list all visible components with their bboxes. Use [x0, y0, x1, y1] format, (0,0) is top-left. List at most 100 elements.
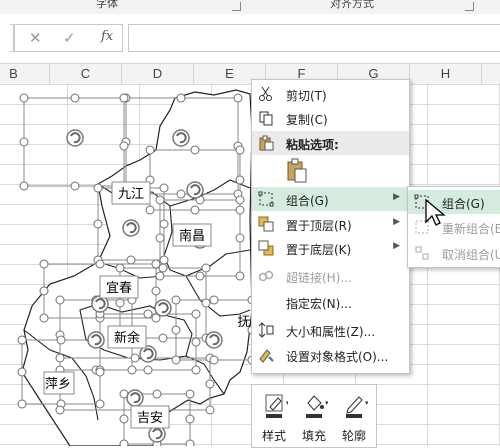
- resize-handle[interactable]: [126, 255, 136, 265]
- resize-handle[interactable]: [185, 414, 195, 424]
- menu-item-bring-to-front[interactable]: 置于顶层(R) ▶: [252, 212, 409, 236]
- resize-handle[interactable]: [191, 309, 201, 319]
- resize-handle[interactable]: [235, 195, 245, 205]
- insert-function-button[interactable]: fx: [101, 29, 113, 44]
- resize-handle[interactable]: [190, 145, 200, 155]
- resize-handle[interactable]: [95, 259, 105, 269]
- resize-handle[interactable]: [127, 365, 137, 375]
- resize-handle[interactable]: [171, 325, 181, 335]
- resize-handle[interactable]: [159, 219, 169, 229]
- resize-handle[interactable]: [19, 137, 29, 147]
- resize-handle[interactable]: [205, 405, 215, 415]
- submenu-item-group[interactable]: 组合(G): [408, 190, 500, 214]
- resize-handle[interactable]: [39, 286, 49, 296]
- column-header-h[interactable]: H: [410, 64, 482, 84]
- rotate-handle-icon[interactable]: [172, 129, 190, 147]
- resize-handle[interactable]: [205, 379, 215, 389]
- shape-outline-button[interactable]: ▾ 轮廓: [335, 389, 373, 443]
- resize-handle[interactable]: [235, 205, 245, 215]
- resize-handle[interactable]: [143, 309, 153, 319]
- column-header-d[interactable]: D: [122, 64, 194, 84]
- resize-handle[interactable]: [93, 219, 103, 229]
- alignment-dialog-launcher-icon[interactable]: [465, 2, 474, 11]
- rotate-handle-icon[interactable]: [126, 389, 144, 407]
- resize-handle[interactable]: [115, 263, 125, 273]
- resize-handle[interactable]: [190, 205, 200, 215]
- resize-handle[interactable]: [119, 141, 129, 151]
- resize-handle[interactable]: [55, 353, 65, 363]
- resize-handle[interactable]: [145, 205, 155, 215]
- resize-handle[interactable]: [17, 335, 27, 345]
- rotate-handle-icon[interactable]: [66, 129, 84, 147]
- resize-handle[interactable]: [119, 439, 129, 446]
- resize-handle[interactable]: [151, 286, 161, 296]
- resize-handle[interactable]: [158, 263, 168, 273]
- resize-handle[interactable]: [119, 414, 129, 424]
- resize-handle[interactable]: [70, 181, 80, 191]
- menu-item-copy[interactable]: 复制(C): [252, 106, 409, 130]
- resize-handle[interactable]: [176, 189, 186, 199]
- resize-handle[interactable]: [159, 255, 169, 265]
- resize-handle[interactable]: [119, 93, 129, 103]
- resize-handle[interactable]: [201, 298, 211, 308]
- menu-item-format-object[interactable]: 设置对象格式(O)...: [252, 343, 409, 367]
- resize-handle[interactable]: [55, 295, 65, 305]
- resize-handle[interactable]: [185, 389, 195, 399]
- shape-style-button[interactable]: ▾ 样式: [255, 389, 293, 443]
- resize-handle[interactable]: [95, 367, 105, 377]
- rotate-handle-icon[interactable]: [154, 299, 172, 317]
- resize-handle[interactable]: [209, 295, 219, 305]
- resize-handle[interactable]: [176, 93, 186, 103]
- menu-item-size-properties[interactable]: 大小和属性(Z)...: [252, 318, 409, 342]
- menu-item-send-to-back[interactable]: 置于底层(K) ▶: [252, 236, 409, 260]
- paste-option-button-icon[interactable]: [286, 158, 308, 184]
- resize-handle[interactable]: [185, 439, 195, 446]
- resize-handle[interactable]: [191, 337, 201, 347]
- resize-handle[interactable]: [152, 389, 162, 399]
- resize-handle[interactable]: [17, 399, 27, 409]
- menu-item-cut[interactable]: 剪切(T): [252, 82, 409, 106]
- resize-handle[interactable]: [171, 295, 181, 305]
- resize-handle[interactable]: [171, 355, 181, 365]
- column-header-b[interactable]: B: [0, 64, 50, 84]
- menu-item-assign-macro[interactable]: 指定宏(N)...: [252, 290, 409, 314]
- resize-handle[interactable]: [159, 183, 169, 193]
- rotate-handle-icon[interactable]: [87, 331, 105, 349]
- resize-handle[interactable]: [209, 355, 219, 365]
- formula-input[interactable]: [128, 24, 500, 52]
- resize-handle[interactable]: [235, 233, 245, 243]
- shape-fill-button[interactable]: ▾ 填充: [295, 389, 333, 443]
- resize-handle[interactable]: [155, 271, 165, 281]
- resize-handle[interactable]: [55, 405, 65, 415]
- rotate-handle-icon[interactable]: [205, 331, 223, 349]
- resize-handle[interactable]: [93, 183, 103, 193]
- resize-handle[interactable]: [39, 313, 49, 323]
- resize-handle[interactable]: [235, 271, 245, 281]
- resize-handle[interactable]: [155, 195, 165, 205]
- resize-handle[interactable]: [115, 298, 125, 308]
- resize-handle[interactable]: [39, 259, 49, 269]
- column-header-c[interactable]: C: [50, 64, 122, 84]
- cancel-formula-icon[interactable]: ✕: [29, 29, 42, 47]
- resize-handle[interactable]: [235, 145, 245, 155]
- resize-handle[interactable]: [155, 233, 165, 243]
- resize-handle[interactable]: [95, 399, 105, 409]
- resize-handle[interactable]: [143, 365, 153, 375]
- menu-item-group[interactable]: 组合(G) ▶: [252, 187, 409, 211]
- resize-handle[interactable]: [56, 335, 66, 345]
- resize-handle[interactable]: [158, 333, 168, 343]
- resize-handle[interactable]: [19, 181, 29, 191]
- enter-formula-icon[interactable]: ✓: [63, 29, 76, 47]
- resize-handle[interactable]: [70, 93, 80, 103]
- rotate-handle-icon[interactable]: [122, 219, 140, 237]
- resize-handle[interactable]: [233, 93, 243, 103]
- resize-handle[interactable]: [19, 93, 29, 103]
- resize-handle[interactable]: [17, 367, 27, 377]
- resize-handle[interactable]: [191, 365, 201, 375]
- resize-handle[interactable]: [201, 263, 211, 273]
- resize-handle[interactable]: [235, 175, 245, 185]
- rotate-handle-icon[interactable]: [186, 181, 204, 199]
- resize-handle[interactable]: [130, 353, 140, 363]
- resize-handle[interactable]: [195, 271, 205, 281]
- resize-handle[interactable]: [145, 145, 155, 155]
